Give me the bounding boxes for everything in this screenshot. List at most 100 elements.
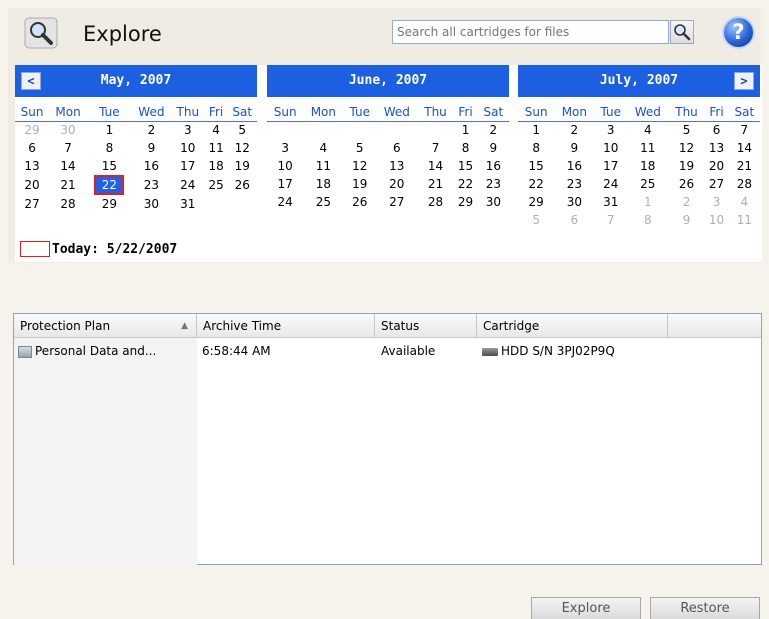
day-cell[interactable]: 25 [205,175,228,195]
column-header-protection-plan[interactable]: Protection Plan ▲ [14,314,197,338]
day-cell[interactable]: 16 [132,157,171,175]
day-cell[interactable]: 30 [49,121,87,139]
day-cell[interactable]: 4 [729,193,760,211]
day-cell[interactable]: 31 [594,193,627,211]
day-cell[interactable]: 7 [49,139,87,157]
day-cell[interactable]: 9 [554,139,594,157]
column-header-cartridge[interactable]: Cartridge [477,314,668,338]
day-cell[interactable]: 15 [87,157,132,175]
day-cell[interactable]: 13 [376,157,418,175]
search-input[interactable] [393,21,668,43]
day-cell[interactable]: 6 [704,121,728,139]
day-cell[interactable]: 1 [87,121,132,139]
next-month-button[interactable]: > [734,72,754,90]
day-cell[interactable]: 3 [594,121,627,139]
day-cell[interactable]: 17 [171,157,205,175]
day-cell[interactable]: 1 [627,193,669,211]
day-cell[interactable]: 4 [205,121,228,139]
day-cell[interactable]: 10 [704,211,728,229]
day-cell[interactable]: 23 [132,175,171,195]
day-cell[interactable]: 5 [343,139,376,157]
day-cell[interactable]: 20 [704,157,728,175]
day-cell[interactable]: 29 [518,193,554,211]
day-cell[interactable]: 10 [594,139,627,157]
explore-button[interactable]: Explore [531,597,641,619]
day-cell[interactable]: 2 [669,193,705,211]
column-header-status[interactable]: Status [375,314,477,338]
day-cell[interactable]: 29 [15,121,49,139]
day-cell[interactable]: 9 [132,139,171,157]
day-cell[interactable]: 13 [704,139,728,157]
day-cell[interactable]: 17 [267,175,303,193]
day-cell[interactable]: 19 [669,157,705,175]
day-cell[interactable]: 3 [267,139,303,157]
day-cell[interactable]: 14 [418,157,454,175]
day-cell[interactable]: 19 [228,157,258,175]
day-cell[interactable]: 26 [669,175,705,193]
previous-month-button[interactable]: < [21,72,41,90]
day-cell[interactable]: 23 [554,175,594,193]
day-cell[interactable]: 1 [518,121,554,139]
day-cell[interactable]: 19 [343,175,376,193]
day-cell[interactable]: 12 [228,139,258,157]
day-cell[interactable]: 9 [669,211,705,229]
day-cell[interactable]: 31 [171,195,205,213]
day-cell[interactable]: 8 [453,139,477,157]
day-cell[interactable]: 30 [478,193,509,211]
day-cell[interactable]: 4 [303,139,343,157]
day-cell[interactable]: 20 [376,175,418,193]
day-cell[interactable]: 8 [627,211,669,229]
day-cell[interactable]: 10 [267,157,303,175]
day-cell[interactable]: 29 [453,193,477,211]
day-cell[interactable]: 14 [729,139,760,157]
day-cell[interactable]: 29 [87,195,132,213]
day-cell[interactable]: 6 [554,211,594,229]
day-cell[interactable]: 22 [87,175,132,195]
day-cell[interactable]: 16 [554,157,594,175]
day-cell[interactable]: 22 [518,175,554,193]
day-cell[interactable]: 11 [729,211,760,229]
day-cell[interactable]: 26 [228,175,258,195]
day-cell[interactable]: 9 [478,139,509,157]
day-cell[interactable]: 30 [554,193,594,211]
day-cell[interactable]: 13 [15,157,49,175]
day-cell[interactable]: 28 [729,175,760,193]
day-cell[interactable]: 18 [303,175,343,193]
day-cell[interactable]: 11 [627,139,669,157]
day-cell[interactable]: 21 [729,157,760,175]
day-cell[interactable]: 8 [87,139,132,157]
day-cell[interactable]: 18 [205,157,228,175]
day-cell[interactable]: 17 [594,157,627,175]
day-cell[interactable]: 27 [704,175,728,193]
day-cell[interactable]: 14 [49,157,87,175]
day-cell[interactable]: 6 [15,139,49,157]
day-cell[interactable]: 2 [478,121,509,139]
day-cell[interactable]: 25 [303,193,343,211]
day-cell[interactable]: 15 [453,157,477,175]
day-cell[interactable]: 28 [49,195,87,213]
day-cell[interactable]: 27 [15,195,49,213]
day-cell[interactable]: 3 [171,121,205,139]
day-cell[interactable]: 30 [132,195,171,213]
day-cell[interactable]: 26 [343,193,376,211]
day-cell[interactable]: 25 [627,175,669,193]
day-cell[interactable]: 2 [132,121,171,139]
day-cell[interactable]: 27 [376,193,418,211]
day-cell[interactable]: 3 [704,193,728,211]
day-cell[interactable]: 12 [669,139,705,157]
day-cell[interactable]: 16 [478,157,509,175]
day-cell[interactable]: 24 [594,175,627,193]
day-cell[interactable]: 23 [478,175,509,193]
day-cell[interactable]: 21 [418,175,454,193]
day-cell[interactable]: 6 [376,139,418,157]
day-cell[interactable]: 28 [418,193,454,211]
day-cell[interactable]: 11 [205,139,228,157]
day-cell[interactable]: 10 [171,139,205,157]
day-cell[interactable]: 24 [267,193,303,211]
day-cell[interactable]: 24 [171,175,205,195]
search-button[interactable] [670,20,694,44]
day-cell[interactable]: 4 [627,121,669,139]
help-button[interactable]: ? [722,16,755,49]
day-cell[interactable]: 8 [518,139,554,157]
day-cell[interactable]: 11 [303,157,343,175]
